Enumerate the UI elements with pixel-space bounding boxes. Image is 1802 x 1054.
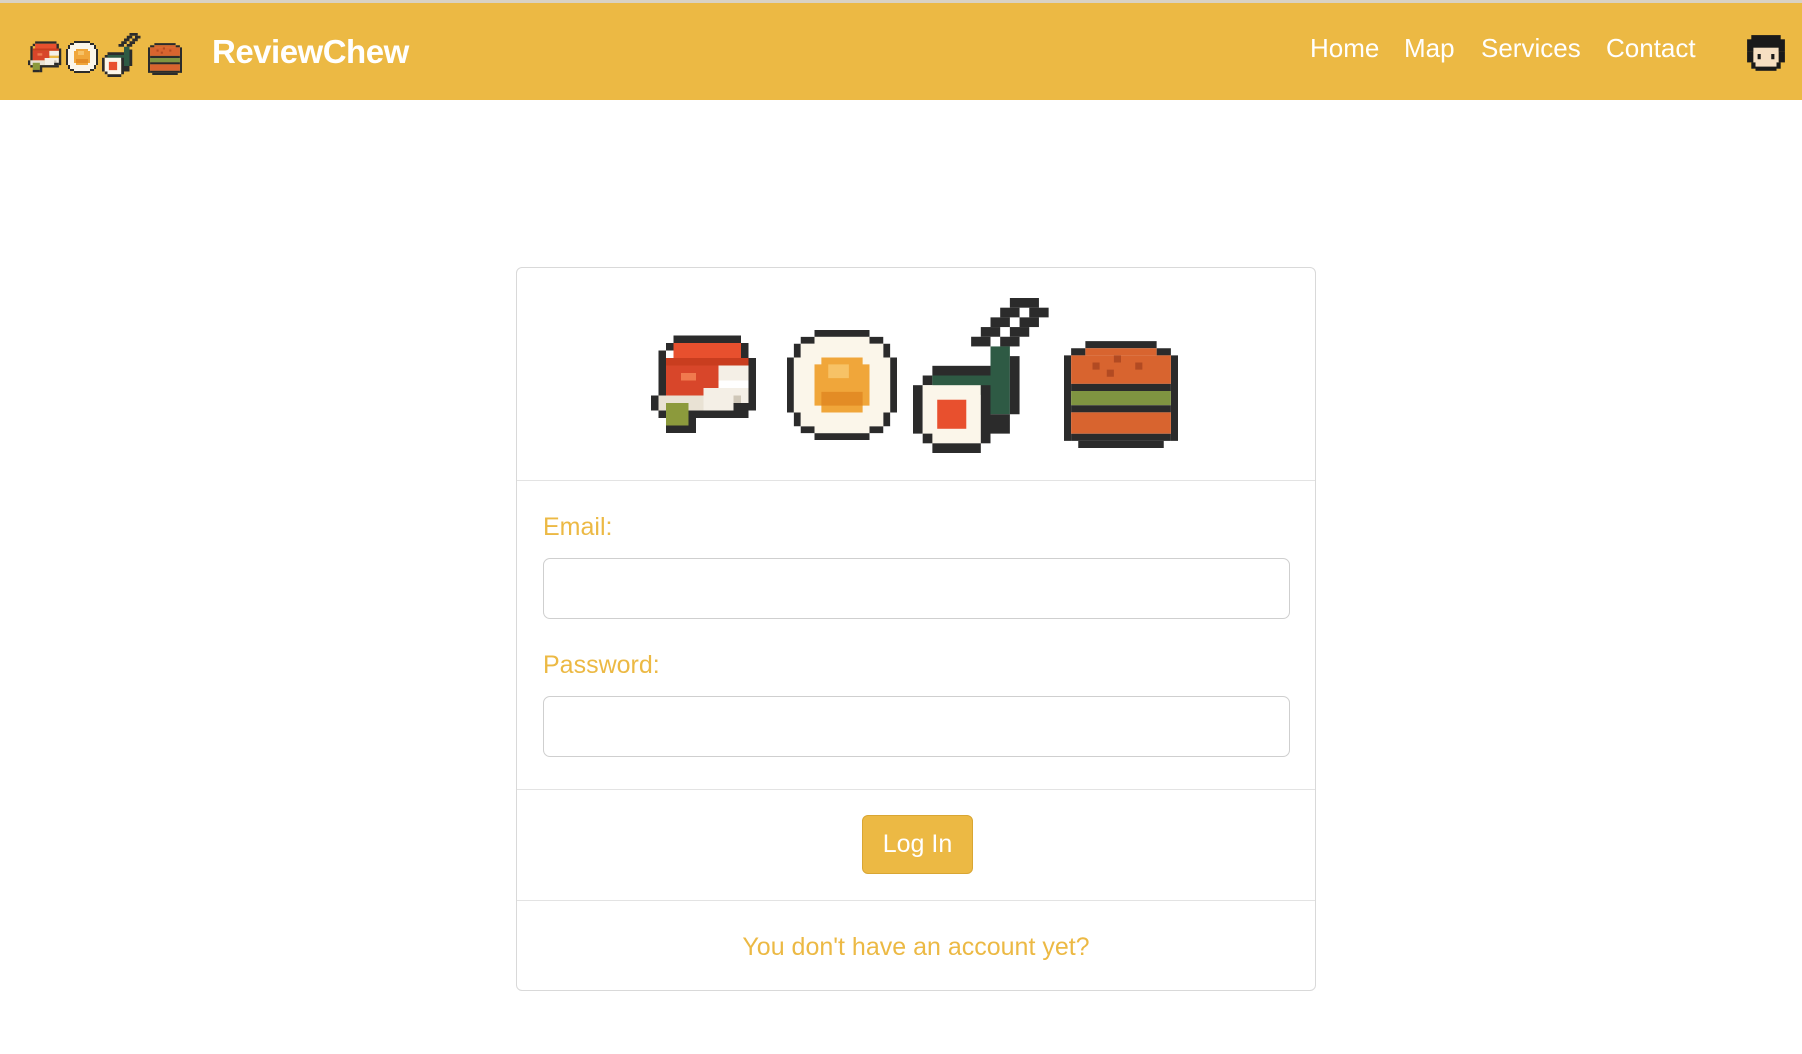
hero-food-illustration [651, 298, 1181, 453]
email-label: Email: [543, 513, 613, 541]
divider [517, 789, 1315, 790]
nigiri-icon [28, 41, 62, 73]
email-field[interactable] [543, 558, 1290, 619]
user-avatar-icon[interactable] [1745, 33, 1787, 75]
password-field[interactable] [543, 696, 1290, 757]
login-card: Email: Password: Log In You don't have a… [516, 267, 1316, 991]
password-label: Password: [543, 651, 660, 679]
egg-roll-icon [787, 330, 897, 440]
nav-link-contact[interactable]: Contact [1606, 33, 1696, 64]
maki-chopsticks-icon [913, 298, 1049, 453]
login-button[interactable]: Log In [862, 815, 973, 874]
login-card-header [517, 268, 1315, 481]
brand-logo[interactable] [28, 29, 188, 79]
navbar: ReviewChew Home Map Services Contact [0, 0, 1802, 100]
egg-roll-icon [66, 41, 98, 73]
signup-link[interactable]: You don't have an account yet? [517, 933, 1315, 962]
nav-link-home[interactable]: Home [1310, 33, 1379, 64]
brand-name[interactable]: ReviewChew [212, 33, 409, 71]
nav-link-map[interactable]: Map [1404, 33, 1455, 64]
nigiri-icon [651, 335, 756, 433]
nav-link-services[interactable]: Services [1481, 33, 1581, 64]
burger-icon [148, 43, 182, 75]
divider [517, 900, 1315, 901]
burger-icon [1064, 341, 1178, 448]
maki-chopsticks-icon [102, 33, 141, 77]
